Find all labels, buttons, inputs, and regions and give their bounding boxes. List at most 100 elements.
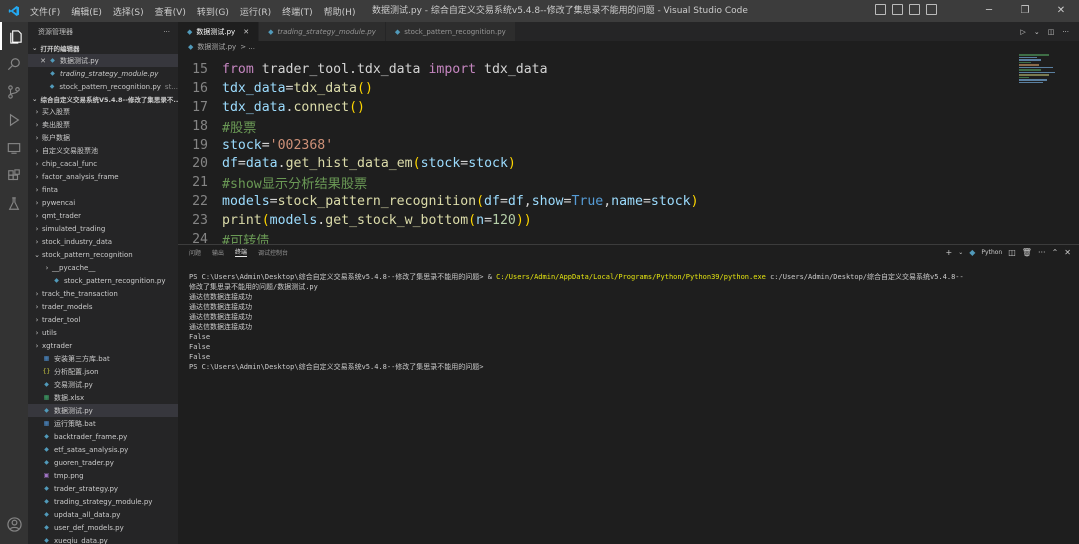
toggle-secondary-sidebar-icon[interactable] [909, 4, 920, 15]
tree-item[interactable]: › 卖出股票 [28, 118, 178, 131]
tree-item[interactable]: › simulated_trading [28, 222, 178, 235]
tree-item[interactable]: ◆ 交易测试.py [28, 378, 178, 391]
minimap[interactable] [1019, 54, 1059, 94]
tree-item[interactable]: › 自定义交易股票池 [28, 144, 178, 157]
tree-item-label: 买入股票 [42, 107, 70, 116]
search-icon[interactable] [0, 50, 28, 78]
testing-icon[interactable] [0, 190, 28, 218]
tree-item[interactable]: › qmt_trader [28, 209, 178, 222]
maximize-panel-icon[interactable]: ⌃ [1052, 248, 1059, 257]
tree-item[interactable]: › chip_cacal_func [28, 157, 178, 170]
explorer-icon[interactable] [0, 22, 28, 50]
more-actions-icon[interactable]: ··· [163, 28, 170, 36]
toggle-panel-icon[interactable] [892, 4, 903, 15]
tree-item[interactable]: ◆ guoren_trader.py [28, 456, 178, 469]
tree-item[interactable]: ⌄ stock_pattern_recognition [28, 248, 178, 261]
code-editor[interactable]: 15 from trader_tool.tdx_data import tdx_d… [178, 60, 1018, 244]
minimize-icon[interactable]: ─ [971, 0, 1007, 22]
tree-item[interactable]: ◆ user_def_models.py [28, 521, 178, 534]
close-icon[interactable]: ✕ [1043, 0, 1079, 22]
code-token: = [237, 156, 246, 172]
run-debug-icon[interactable] [0, 106, 28, 134]
breadcrumb-symbol[interactable]: > ... [240, 43, 255, 51]
remote-explorer-icon[interactable] [0, 134, 28, 162]
more-icon[interactable]: ··· [1038, 248, 1046, 257]
tree-item[interactable]: {} 分析配置.json [28, 365, 178, 378]
account-icon[interactable] [0, 510, 28, 538]
open-editors-section[interactable]: ⌄ 打开的编辑器 [28, 42, 178, 54]
code-token: stock [222, 137, 262, 153]
tree-item[interactable]: ◆ 数据测试.py [28, 404, 178, 417]
tree-item[interactable]: ◆ trader_strategy.py [28, 482, 178, 495]
tree-item[interactable]: › utils [28, 326, 178, 339]
panel-tab[interactable]: 输出 [212, 248, 224, 257]
tree-item[interactable]: › factor_analysis_frame [28, 170, 178, 183]
menu-item[interactable]: 查看(V) [155, 5, 186, 18]
split-terminal-icon[interactable]: ◫ [1008, 248, 1016, 257]
tree-item[interactable]: ◆ trading_strategy_module.py [28, 495, 178, 508]
code-token: () [357, 80, 373, 96]
open-editor-item[interactable]: ◆ stock_pattern_recognition.py st... [28, 80, 178, 93]
tree-item[interactable]: ▦ 安装第三方库.bat [28, 352, 178, 365]
tree-item[interactable]: ◆ xueqiu_data.py [28, 534, 178, 544]
source-control-icon[interactable] [0, 78, 28, 106]
menu-item[interactable]: 转到(G) [197, 5, 229, 18]
explorer-sidebar: 资源管理器 ··· ⌄ 打开的编辑器 ✕ ◆ 数据测试.py ◆ trading_stra… [28, 22, 178, 544]
code-token: df [484, 194, 500, 210]
customize-layout-icon[interactable] [926, 4, 937, 15]
editor-tab[interactable]: ◆ 数据测试.py ✕ [178, 22, 260, 41]
close-tab-icon[interactable]: ✕ [243, 28, 249, 36]
more-actions-icon[interactable]: ··· [1062, 28, 1069, 36]
terminal-dropdown-icon[interactable]: ⌄ [958, 249, 963, 256]
run-dropdown-icon[interactable]: ⌄ [1034, 28, 1040, 36]
tree-item[interactable]: › __pycache__ [28, 261, 178, 274]
project-label: 综合自定义交易系统V5.4.8--修改了集思录不... [40, 96, 178, 104]
panel-tab[interactable]: 终端 [235, 247, 248, 257]
menu-item[interactable]: 文件(F) [30, 5, 60, 18]
open-editor-item[interactable]: ✕ ◆ 数据测试.py [28, 54, 178, 67]
editor-tab[interactable]: ◆ trading_strategy_module.py [259, 22, 386, 41]
tree-item[interactable]: › trader_tool [28, 313, 178, 326]
tree-item[interactable]: › xgtrader [28, 339, 178, 352]
tree-item[interactable]: › trader_models [28, 300, 178, 313]
close-panel-icon[interactable]: ✕ [1064, 248, 1071, 257]
project-section[interactable]: ⌄ 综合自定义交易系统V5.4.8--修改了集思录不... [28, 93, 178, 105]
terminal-output[interactable]: PS C:\Users\Admin\Desktop\综合自定义交易系统v5.4.… [189, 272, 1071, 372]
toggle-sidebar-icon[interactable] [875, 4, 886, 15]
terminal-shell-label[interactable]: Python [981, 249, 1002, 256]
new-terminal-icon[interactable]: + [946, 248, 953, 257]
menu-item[interactable]: 帮助(H) [324, 5, 356, 18]
tree-item[interactable]: ◆ stock_pattern_recognition.py [28, 274, 178, 287]
tree-item[interactable]: ◆ etf_satas_analysis.py [28, 443, 178, 456]
open-editor-item[interactable]: ◆ trading_strategy_module.py [28, 67, 178, 80]
close-editor-icon[interactable]: ✕ [38, 57, 48, 65]
tree-item[interactable]: › track_the_transaction [28, 287, 178, 300]
tree-item[interactable]: › 账户数据 [28, 131, 178, 144]
python-file-icon: ◆ [44, 433, 49, 440]
editor-tab-label: trading_strategy_module.py [277, 27, 376, 36]
breadcrumb-file[interactable]: 数据测试.py [197, 42, 236, 52]
tree-item[interactable]: ▦ 数据.xlsx [28, 391, 178, 404]
tree-item[interactable]: ◆ updata_all_data.py [28, 508, 178, 521]
extensions-icon[interactable] [0, 162, 28, 190]
tree-item[interactable]: ◆ backtrader_frame.py [28, 430, 178, 443]
tree-item[interactable]: › pywencai [28, 196, 178, 209]
open-editor-label: 数据测试.py [60, 56, 99, 65]
menu-item[interactable]: 编辑(E) [71, 5, 102, 18]
menu-item[interactable]: 运行(R) [240, 5, 271, 18]
terminal-exe-path: C:/Users/Admin/AppData/Local/Programs/Py… [496, 273, 766, 281]
panel-tab[interactable]: 问题 [189, 248, 201, 257]
tree-item[interactable]: ▦ 运行策略.bat [28, 417, 178, 430]
restore-icon[interactable]: ❐ [1007, 0, 1043, 22]
tree-item[interactable]: › stock_industry_data [28, 235, 178, 248]
kill-terminal-icon[interactable]: 🗑 [1022, 248, 1032, 257]
editor-tab[interactable]: ◆ stock_pattern_recognition.py [385, 22, 516, 41]
tree-item[interactable]: › 买入股票 [28, 105, 178, 118]
panel-tab[interactable]: 调试控制台 [258, 248, 288, 257]
menu-item[interactable]: 终端(T) [282, 5, 313, 18]
tree-item[interactable]: ▣ tmp.png [28, 469, 178, 482]
split-editor-icon[interactable]: ◫ [1048, 28, 1055, 36]
tree-item[interactable]: › finta [28, 183, 178, 196]
run-file-icon[interactable]: ▷ [1020, 28, 1025, 36]
menu-item[interactable]: 选择(S) [113, 5, 144, 18]
